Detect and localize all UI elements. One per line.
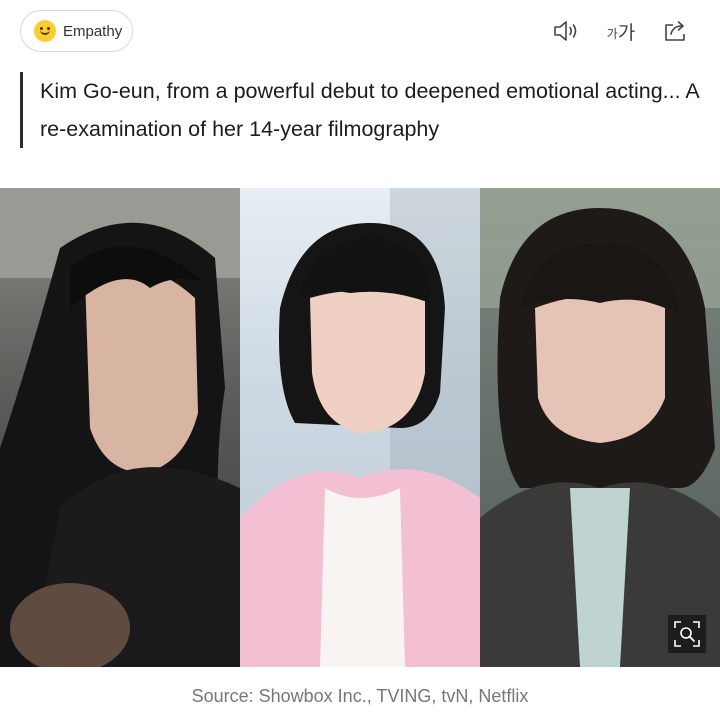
empathy-button[interactable]: Empathy bbox=[20, 10, 133, 52]
top-toolbar: Empathy 가 가 bbox=[0, 0, 720, 64]
font-size-button[interactable]: 가 가 bbox=[604, 16, 638, 46]
headline-text: Kim Go-eun, from a powerful debut to dee… bbox=[40, 79, 699, 141]
photo-panel-right bbox=[480, 188, 720, 667]
font-size-small-glyph: 가 bbox=[606, 26, 618, 41]
share-icon bbox=[665, 21, 685, 41]
empathy-label: Empathy bbox=[63, 22, 123, 40]
photo-panel-left bbox=[0, 188, 240, 667]
zoom-image-button[interactable] bbox=[668, 615, 706, 653]
photo-panel-center bbox=[240, 188, 480, 667]
image-caption: Source: Showbox Inc., TVING, tvN, Netfli… bbox=[191, 686, 529, 706]
article-photo[interactable] bbox=[0, 188, 720, 667]
text-to-speech-button[interactable] bbox=[552, 16, 580, 46]
smiley-icon bbox=[34, 20, 56, 42]
article-headline: Kim Go-eun, from a powerful debut to dee… bbox=[20, 72, 700, 148]
font-size-large-glyph: 가 bbox=[617, 22, 636, 44]
magnifier-icon bbox=[674, 621, 700, 647]
share-button[interactable] bbox=[662, 16, 690, 46]
speaker-icon bbox=[554, 21, 577, 41]
